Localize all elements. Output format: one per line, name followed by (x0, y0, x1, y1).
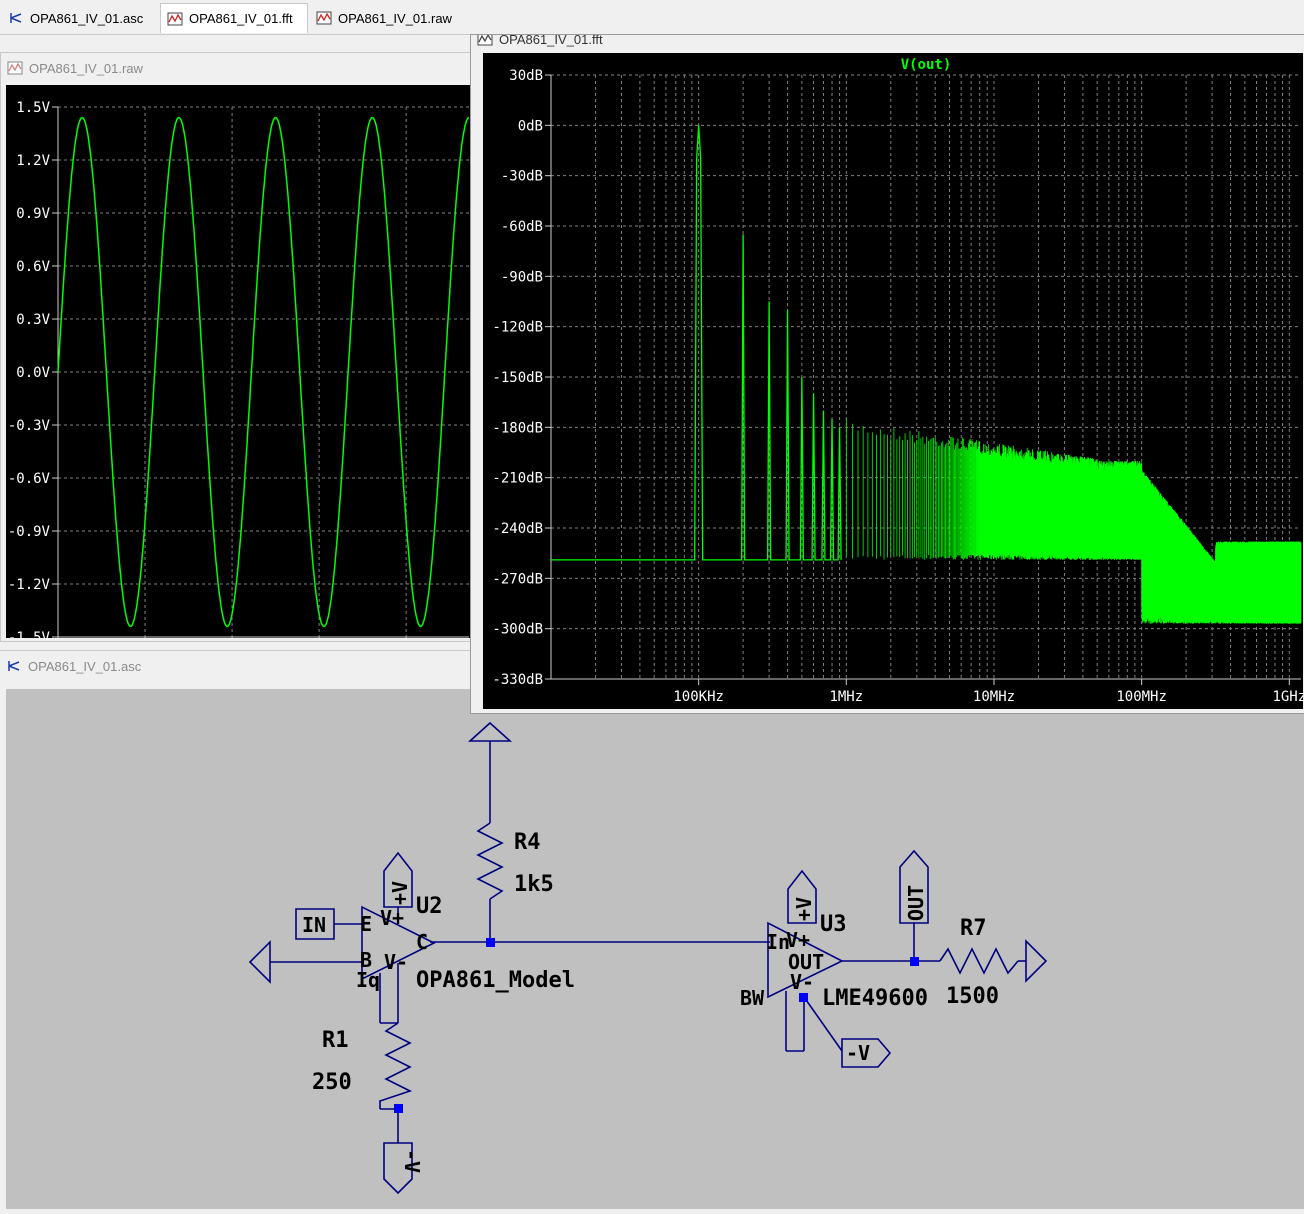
tab-raw[interactable]: OPA861_IV_01.raw (310, 4, 464, 32)
fft-plot-area[interactable]: 30dB 0dB -30dB -60dB -90dB -120dB -150dB -180dB… (483, 53, 1304, 709)
fft-plot-window[interactable]: OPA861_IV_01.fft 30dB 0dB -30dB -60dB -90dB -… (470, 34, 1304, 714)
vplus-label: +V (388, 881, 412, 905)
window-title: OPA861_IV_01.raw (29, 60, 143, 76)
y-tick-label: -240dB (492, 521, 543, 537)
resistor-r1[interactable] (379, 1022, 413, 1109)
spectrum-dense-trace (845, 418, 1302, 624)
y-tick-label: 1.2V (16, 153, 50, 169)
ground-symbol (467, 721, 513, 742)
y-tick-label: -1.2V (8, 577, 51, 593)
schematic-window[interactable]: OPA861_IV_01.asc R4 1k5 IN U2 E V+ C B V… (0, 650, 1304, 1209)
y-tick-label: -0.6V (8, 471, 51, 487)
r4-value: 1k5 (514, 872, 554, 897)
waveform-icon (316, 11, 332, 25)
window-titlebar[interactable]: OPA861_IV_01.fft (471, 35, 1304, 47)
y-tick-label: 0.6V (16, 259, 50, 275)
raw-plot-window[interactable]: OPA861_IV_01.raw 1.5V 1.2V 0.9V 0.6V 0.3V 0.0… (0, 52, 474, 663)
schematic-icon (10, 13, 22, 23)
y-tick-label: -150dB (492, 370, 543, 386)
ground-symbol (248, 940, 271, 984)
u2-pin-c: C (416, 930, 428, 954)
vminus-label: -V (400, 1149, 424, 1173)
spectrum-trace (551, 125, 842, 561)
x-tick-label: 1MHz (829, 689, 863, 705)
y-tick-label: -90dB (501, 269, 543, 285)
y-tick-label: -0.9V (8, 524, 51, 540)
y-tick-label: -1.5V (8, 630, 51, 638)
y-tick-label: -0.3V (8, 418, 51, 434)
tab-label: OPA861_IV_01.raw (338, 10, 452, 26)
junction-dot (799, 993, 808, 1002)
vminus-label: -V (846, 1041, 870, 1065)
window-titlebar[interactable]: OPA861_IV_01.raw (1, 53, 473, 83)
resistor-r4[interactable] (476, 822, 504, 900)
in-label: IN (302, 913, 326, 937)
junction-dot (910, 957, 919, 966)
x-tick-label: 100MHz (1116, 689, 1167, 705)
u3-name: U3 (820, 912, 847, 937)
y-tick-label: -210dB (492, 471, 543, 487)
y-tick-label: -30dB (501, 169, 543, 185)
y-tick-label: 0.9V (16, 206, 50, 222)
raw-plot-area[interactable]: 1.5V 1.2V 0.9V 0.6V 0.3V 0.0V -0.3V -0.6V -0.9V -… (6, 85, 471, 663)
window-title: OPA861_IV_01.asc (28, 658, 142, 674)
u3-pin-vminus: V- (790, 970, 814, 994)
x-tick-label: 100KHz (673, 689, 724, 705)
y-tick-label: -60dB (501, 219, 543, 235)
y-tick-label: 30dB (509, 68, 543, 84)
u3-pin-bw: BW (740, 986, 765, 1010)
y-tick-label: 0dB (518, 118, 543, 134)
time-domain-chart: 1.5V 1.2V 0.9V 0.6V 0.3V 0.0V -0.3V -0.6V -0.9V -… (8, 100, 470, 663)
out-label: OUT (904, 885, 928, 921)
u2-pin-iq: Iq (356, 968, 380, 992)
r4-name: R4 (514, 830, 541, 855)
waveform-icon (7, 61, 23, 75)
ground-symbol (1025, 939, 1048, 983)
waveform-icon (477, 35, 493, 46)
y-tick-label: 0.0V (16, 365, 50, 381)
r7-value: 1500 (946, 984, 999, 1009)
y-tick-label: -120dB (492, 320, 543, 336)
schematic-drawing: R4 1k5 IN U2 E V+ C B V- Iq OPA861_Model… (248, 721, 1048, 1195)
y-tick-label: -330dB (492, 672, 543, 688)
u3-pin-vplus: V+ (786, 928, 810, 952)
tab-schematic[interactable]: OPA861_IV_01.asc (2, 4, 158, 32)
junction-dot (486, 938, 495, 947)
tab-label: OPA861_IV_01.fft (189, 11, 293, 26)
window-title: OPA861_IV_01.fft (499, 35, 603, 47)
u2-pin-e: E (360, 912, 372, 936)
frequency-domain-chart: 30dB 0dB -30dB -60dB -90dB -120dB -150dB -180dB… (492, 57, 1304, 705)
tab-fft[interactable]: OPA861_IV_01.fft (160, 3, 308, 33)
y-tick-label: 1.5V (16, 100, 50, 116)
y-tick-label: -180dB (492, 420, 543, 436)
u2-model: OPA861_Model (416, 968, 575, 993)
u2-pin-vminus: V- (384, 950, 408, 974)
schematic-icon (8, 661, 20, 671)
y-tick-label: -300dB (492, 622, 543, 638)
u3-model: LME49600 (822, 986, 928, 1011)
u2-name: U2 (416, 894, 443, 919)
x-tick-label: 10MHz (973, 689, 1015, 705)
r7-name: R7 (960, 916, 987, 941)
document-tab-bar: OPA861_IV_01.asc OPA861_IV_01.fft OPA861… (0, 0, 1304, 35)
junction-dot (394, 1104, 403, 1113)
y-tick-label: -270dB (492, 571, 543, 587)
r1-value: 250 (312, 1070, 352, 1095)
tab-label: OPA861_IV_01.asc (30, 10, 144, 26)
resistor-r7[interactable] (939, 947, 1019, 975)
schematic-canvas[interactable]: R4 1k5 IN U2 E V+ C B V- Iq OPA861_Model… (6, 689, 1304, 1209)
waveform-icon (167, 12, 183, 25)
y-tick-label: 0.3V (16, 312, 50, 328)
x-tick-label: 1GHz (1272, 689, 1303, 705)
r1-name: R1 (322, 1028, 349, 1053)
u2-pin-vplus: V+ (380, 906, 404, 930)
vplus-label: +V (792, 897, 816, 921)
chart-title: V(out) (901, 57, 952, 73)
